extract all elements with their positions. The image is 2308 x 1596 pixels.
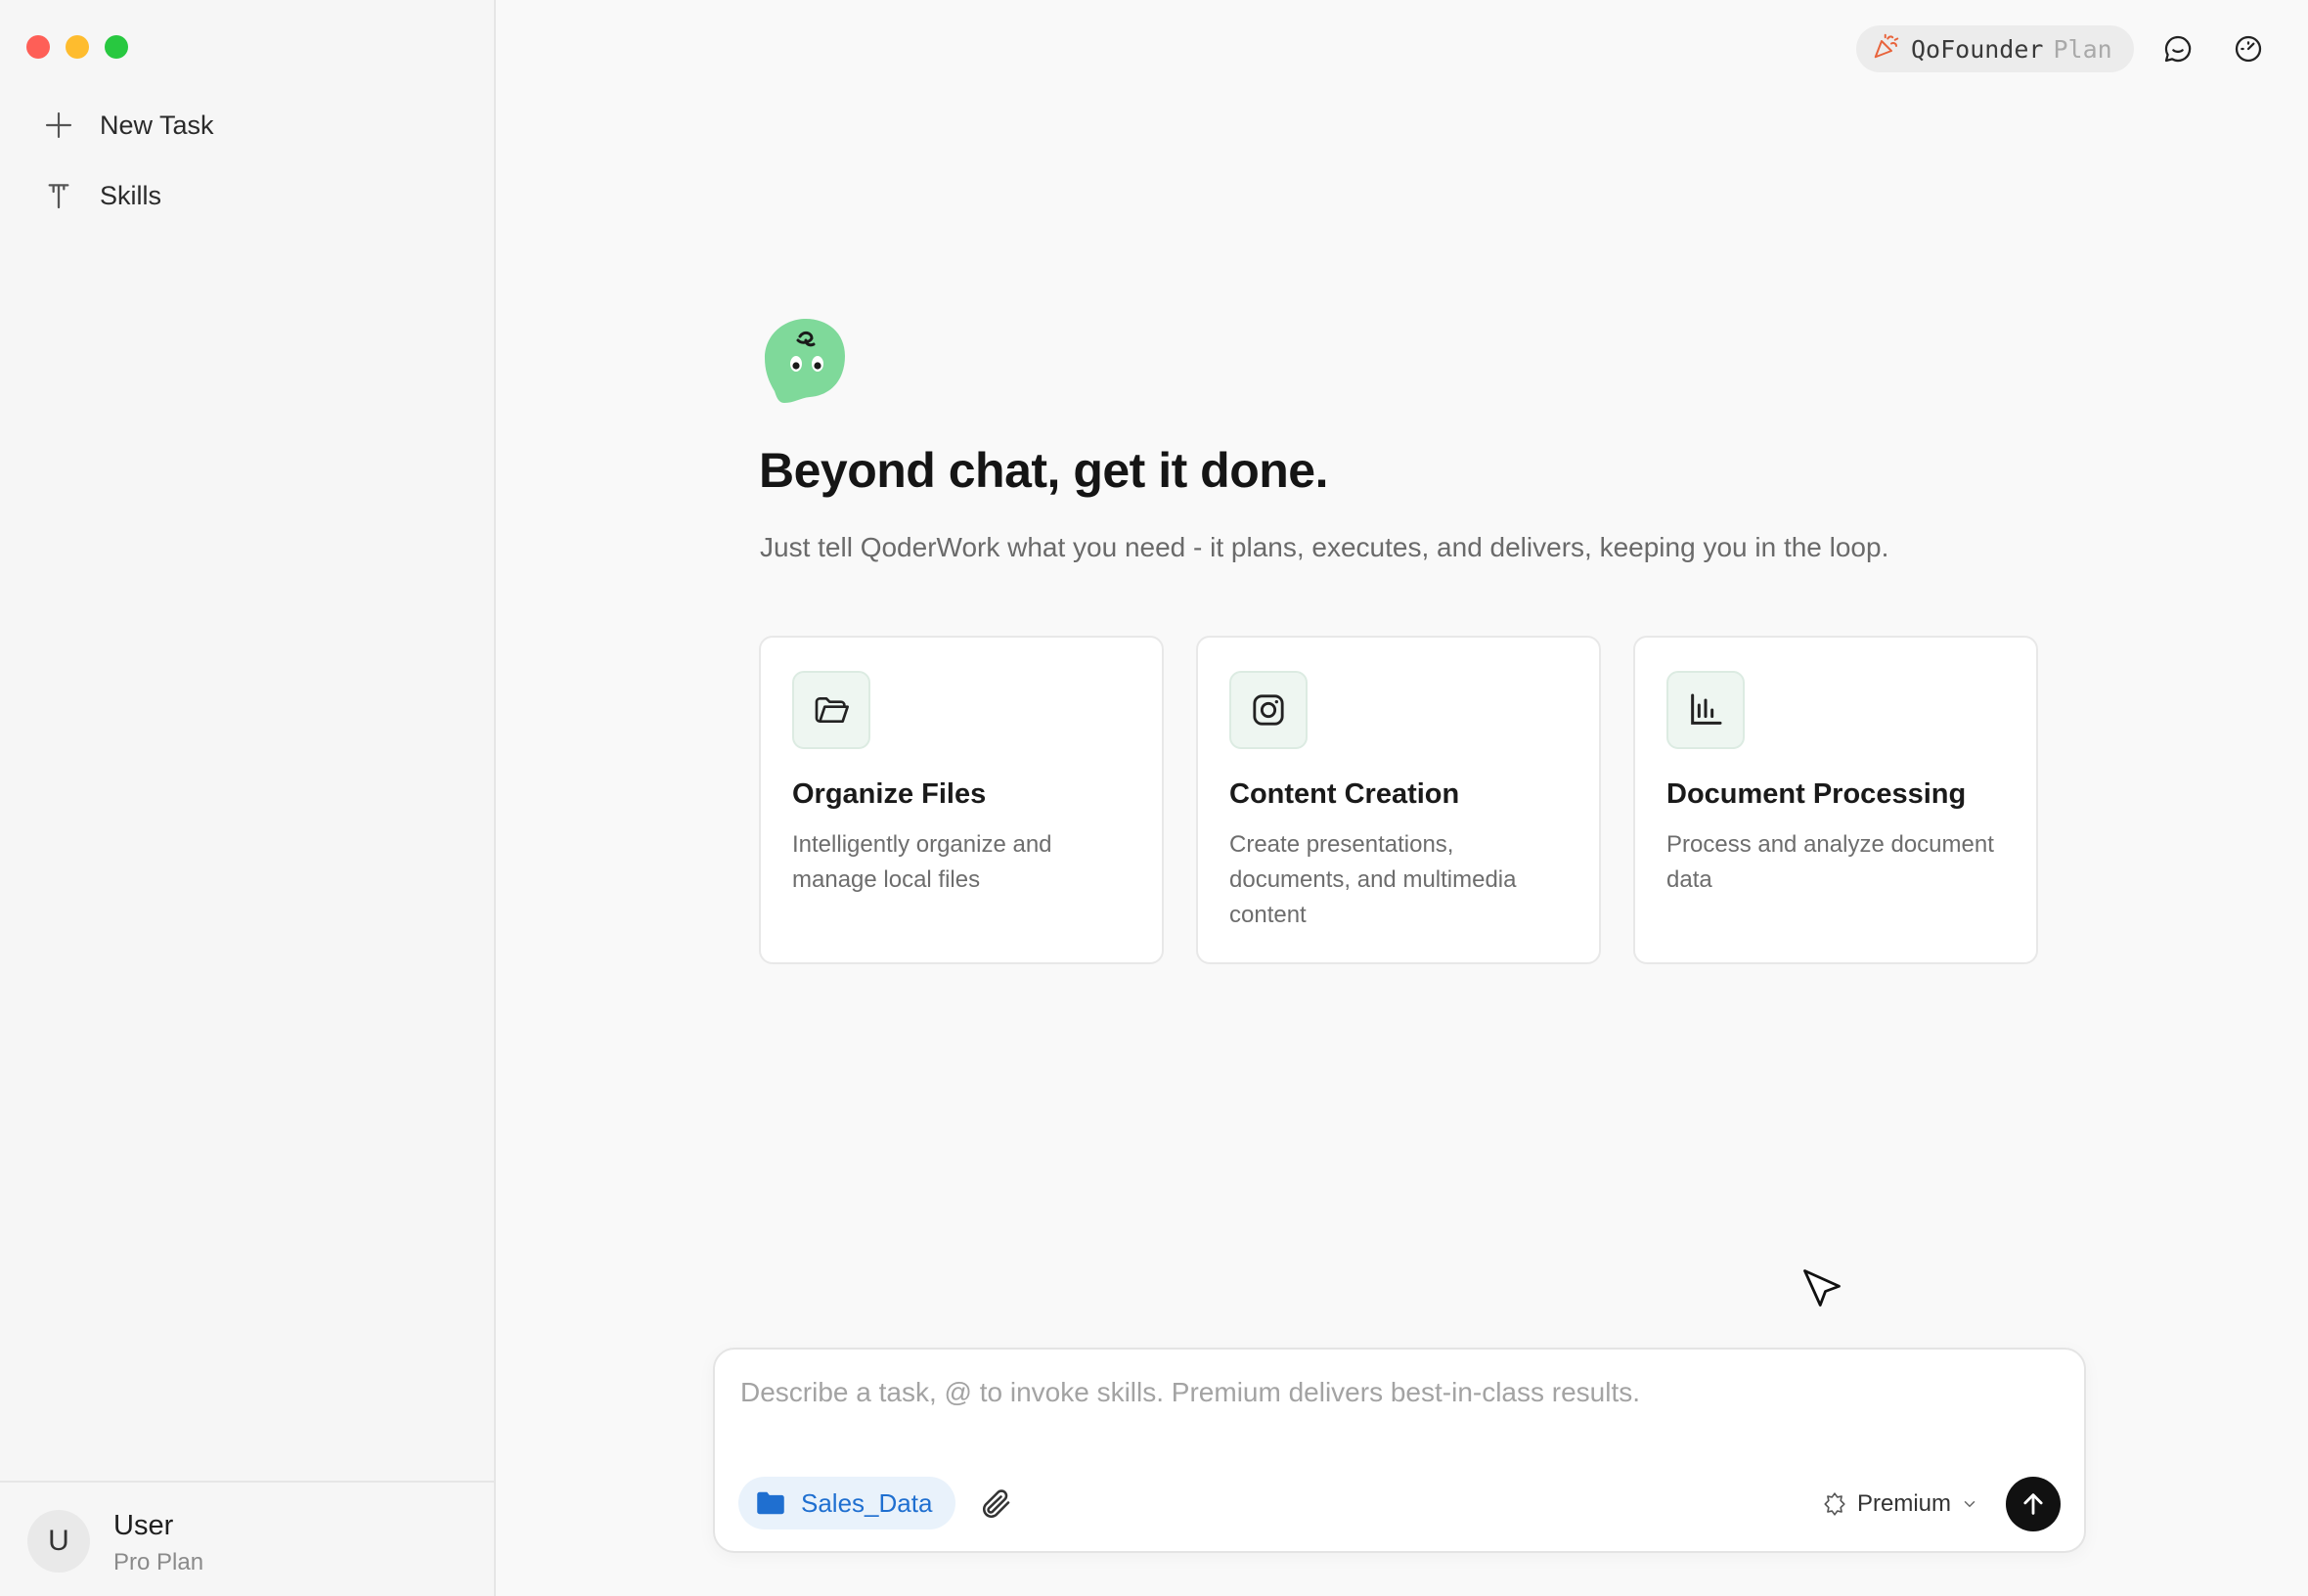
- paperclip-icon[interactable]: [979, 1486, 1014, 1522]
- close-window-button[interactable]: [26, 35, 50, 59]
- sidebar-item-skills[interactable]: Skills: [39, 168, 450, 223]
- model-selector[interactable]: Premium: [1822, 1486, 1978, 1522]
- folder-icon: [757, 1491, 784, 1515]
- skills-icon: [39, 176, 78, 215]
- window-controls: [26, 35, 128, 59]
- folder-open-icon: [792, 671, 870, 749]
- party-popper-icon: [1872, 31, 1901, 66]
- mouse-pointer-icon: [1803, 1269, 1841, 1307]
- user-plan: Pro Plan: [113, 1549, 204, 1575]
- card-description: Process and analyze document data: [1666, 831, 1994, 893]
- model-icon: [1824, 1492, 1845, 1516]
- send-button[interactable]: [2006, 1477, 2061, 1531]
- card-organize-files[interactable]: Organize Files Intelligently organize an…: [759, 636, 1164, 964]
- card-document-processing[interactable]: Document Processing Process and analyze …: [1633, 636, 2038, 964]
- instagram-icon: [1229, 671, 1308, 749]
- user-profile[interactable]: U User Pro Plan: [0, 1481, 494, 1596]
- chevron-down-icon: [1964, 1501, 1975, 1508]
- plan-pill[interactable]: QoFounder Plan: [1856, 25, 2134, 72]
- card-description: Create presentations, documents, and mul…: [1229, 831, 1517, 928]
- sidebar-item-new-task[interactable]: New Task: [39, 98, 450, 153]
- speedometer-icon[interactable]: [2229, 29, 2268, 68]
- mascot-logo: [765, 319, 845, 403]
- card-content-creation[interactable]: Content Creation Create presentations, d…: [1196, 636, 1601, 964]
- folder-chip[interactable]: Sales_Data: [738, 1477, 955, 1530]
- avatar[interactable]: U: [27, 1510, 90, 1573]
- page-title: Beyond chat, get it done.: [759, 443, 1328, 498]
- sidebar: New Task Skills U User Pro Plan: [0, 0, 496, 1596]
- minimize-window-button[interactable]: [66, 35, 89, 59]
- task-input[interactable]: [738, 1375, 2053, 1438]
- card-title: Content Creation: [1229, 778, 1460, 810]
- bar-chart-icon: [1666, 671, 1745, 749]
- card-title: Organize Files: [792, 778, 987, 810]
- arrow-up-icon: [2023, 1493, 2043, 1515]
- chat-bubble-icon[interactable]: [2158, 29, 2197, 68]
- plus-icon: [39, 106, 78, 145]
- plan-pill-name: QoFounder: [1911, 34, 2044, 64]
- folder-chip-label: Sales_Data: [801, 1487, 933, 1518]
- maximize-window-button[interactable]: [105, 35, 128, 59]
- page-subtitle: Just tell QoderWork what you need - it p…: [760, 532, 1889, 562]
- card-description: Intelligently organize and manage local …: [792, 831, 1052, 893]
- card-title: Document Processing: [1666, 778, 1967, 810]
- plan-pill-suffix: Plan: [2053, 34, 2112, 64]
- sidebar-item-label: Skills: [100, 180, 162, 210]
- sidebar-item-label: New Task: [100, 110, 214, 140]
- user-name: User: [113, 1510, 174, 1541]
- model-selector-label: Premium: [1857, 1490, 1952, 1517]
- task-composer: Sales_Data Premium: [713, 1348, 2086, 1553]
